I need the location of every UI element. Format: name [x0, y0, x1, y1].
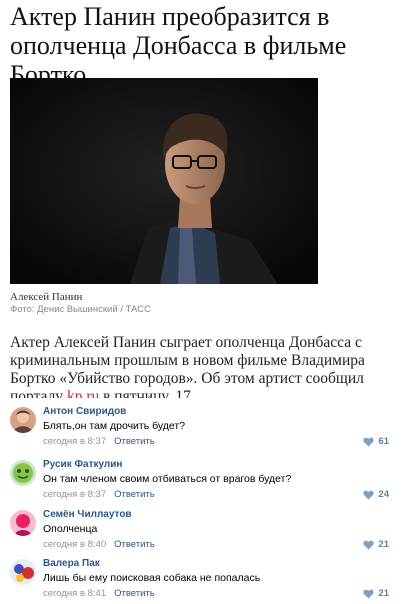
- lead-text-part2: в пятницу, 17: [99, 388, 191, 398]
- kp-link[interactable]: kp.ru: [67, 388, 99, 398]
- photo-caption: Алексей Панин: [10, 291, 83, 303]
- photo-credit: Фото: Денис Вышинский / ТАСС: [10, 304, 151, 315]
- comment-author[interactable]: Русик Фаткулин: [43, 459, 122, 470]
- avatar-image: [10, 460, 36, 486]
- avatar-image: [10, 510, 36, 536]
- comment-text: Он там членом своим отбиваться от врагов…: [43, 473, 292, 485]
- comment: Русик Фаткулин Он там членом своим отбив…: [0, 456, 403, 506]
- comment-author[interactable]: Антон Свиридов: [43, 406, 126, 417]
- portrait-image: [10, 78, 318, 284]
- comment-author[interactable]: Семён Чиллаутов: [43, 509, 132, 520]
- heart-icon: [363, 437, 375, 447]
- article-photo: [10, 78, 318, 284]
- like-button[interactable]: 21: [363, 539, 389, 550]
- avatar[interactable]: [10, 559, 36, 585]
- comment-meta: сегодня в 8:37 Ответить: [43, 436, 155, 447]
- avatar[interactable]: [10, 407, 36, 433]
- avatar[interactable]: [10, 460, 36, 486]
- comment: Антон Свиридов Блять,он там дрочить буде…: [0, 403, 403, 453]
- comment-meta: сегодня в 8:41 Ответить: [43, 588, 155, 599]
- comment-text: Блять,он там дрочить будет?: [43, 420, 186, 432]
- like-count: 21: [378, 588, 389, 599]
- comment-text: Лишь бы ему поисковая собака не попалась: [43, 572, 261, 584]
- comment-time: сегодня в 8:40: [43, 539, 107, 550]
- article: Актер Панин преобразится в ополченца Дон…: [0, 0, 403, 402]
- comment-time: сегодня в 8:41: [43, 588, 107, 599]
- heart-icon: [363, 490, 375, 500]
- comment-text: Ополченца: [43, 523, 98, 535]
- comment-author[interactable]: Валера Пак: [43, 558, 100, 569]
- comment-time: сегодня в 8:37: [43, 436, 107, 447]
- avatar[interactable]: [10, 510, 36, 536]
- avatar-image: [10, 407, 36, 433]
- comments-section: Антон Свиридов Блять,он там дрочить буде…: [0, 403, 403, 604]
- reply-button[interactable]: Ответить: [114, 539, 155, 550]
- comment-time: сегодня в 8:37: [43, 489, 107, 500]
- comment: Валера Пак Лишь бы ему поисковая собака …: [0, 555, 403, 604]
- heart-icon: [363, 540, 375, 550]
- comment-meta: сегодня в 8:37 Ответить: [43, 489, 155, 500]
- comment-meta: сегодня в 8:40 Ответить: [43, 539, 155, 550]
- article-headline: Актер Панин преобразится в ополченца Дон…: [10, 2, 347, 89]
- avatar-image: [10, 559, 36, 585]
- like-button[interactable]: 61: [363, 436, 389, 447]
- like-count: 61: [378, 436, 389, 447]
- like-button[interactable]: 24: [363, 489, 389, 500]
- like-count: 21: [378, 539, 389, 550]
- like-button[interactable]: 21: [363, 588, 389, 599]
- reply-button[interactable]: Ответить: [114, 588, 155, 599]
- comment: Семён Чиллаутов Ополченца сегодня в 8:40…: [0, 506, 403, 556]
- reply-button[interactable]: Ответить: [114, 489, 155, 500]
- article-lead: Актер Алексей Панин сыграет ополченца До…: [10, 334, 398, 398]
- heart-icon: [363, 589, 375, 599]
- reply-button[interactable]: Ответить: [114, 436, 155, 447]
- like-count: 24: [378, 489, 389, 500]
